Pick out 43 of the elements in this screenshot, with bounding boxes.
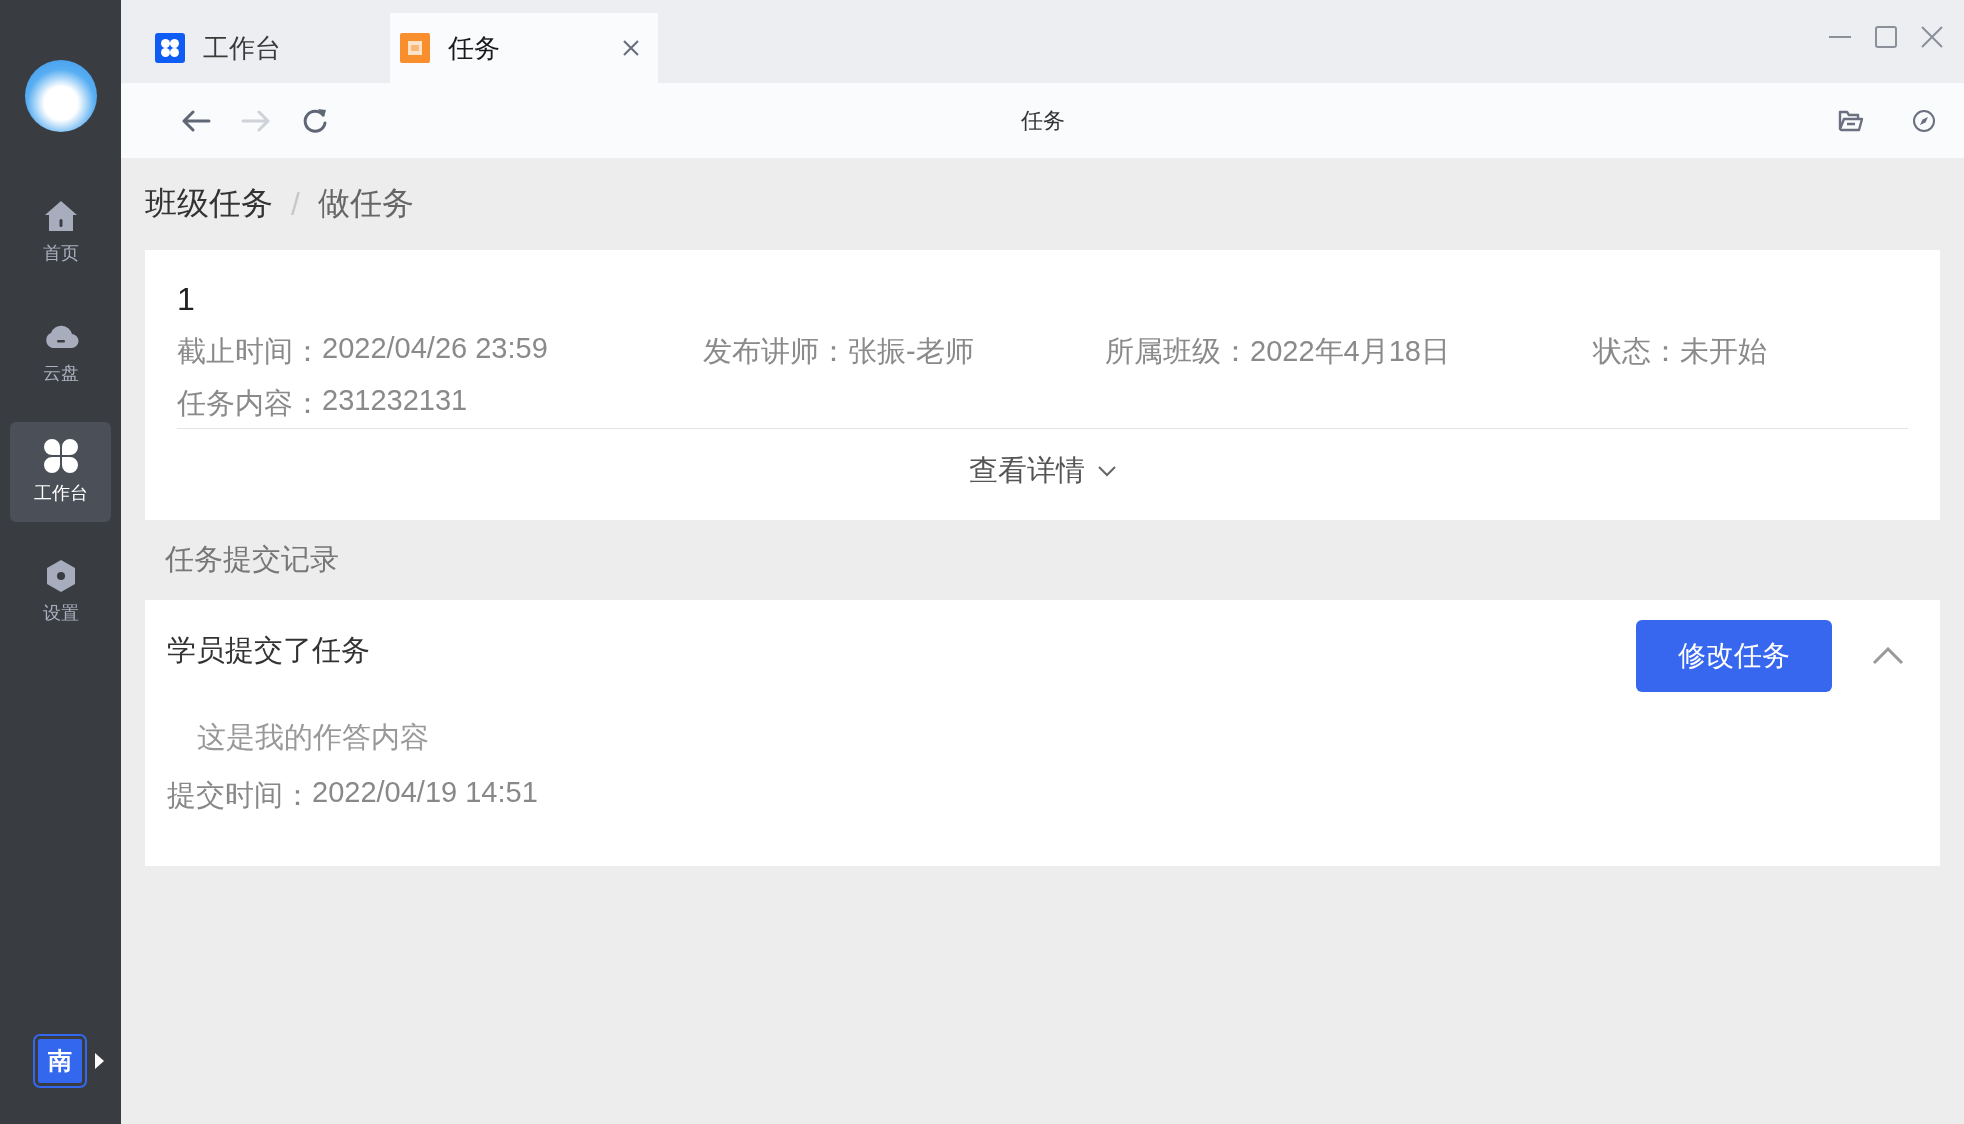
tab[interactable]: 任务 [390,13,658,83]
task-title: 1 [177,280,196,318]
breadcrumb-item[interactable]: 班级任务 [145,182,273,226]
field-value: 231232131 [322,384,468,418]
field-value: 2022年4月18日 [1250,334,1450,369]
breadcrumb-item: 做任务 [317,184,414,223]
close-icon[interactable] [1920,24,1944,49]
breadcrumb-separator: / [291,185,300,223]
grid-icon [43,439,78,473]
home-icon [43,200,78,232]
sidebar-item[interactable]: 工作台 [10,422,111,522]
chevron-icon[interactable] [1872,647,1904,665]
back-arrow-icon[interactable] [181,109,211,132]
settings-icon [44,559,77,593]
page-title: 任务 [1020,107,1065,133]
sidebar-item[interactable]: 设置 [10,542,111,642]
maximize-icon[interactable] [1874,24,1898,49]
field-label: 任务内容： [177,386,322,421]
sidebar-item[interactable]: 首页 [10,182,111,282]
reload-icon[interactable] [301,106,329,135]
field-label: 状态： [1593,334,1680,369]
field-label: 发布讲师： [703,334,848,369]
sidebar-item[interactable]: 云盘 [10,302,111,402]
expand-arrow-icon[interactable] [95,1053,104,1069]
user-badge[interactable]: 南 [35,1036,85,1086]
tab[interactable]: 工作台 [145,13,390,83]
submission-heading: 学员提交了任务 [167,633,371,668]
field-value: 未开始 [1680,334,1767,369]
field-value: 张振-老师 [848,334,974,369]
field-value: 2022/04/19 14:51 [312,776,538,810]
field-label: 所属班级： [1105,334,1250,369]
field-value: 2022/04/26 23:59 [322,332,548,366]
document-icon [400,33,430,63]
answer-text: 这是我的作答内容 [197,720,430,755]
edit-task-button[interactable]: 修改任务 [1636,620,1832,692]
section-title: 任务提交记录 [164,542,340,577]
field-label: 提交时间： [167,778,312,813]
field-label: 截止时间： [177,334,322,369]
grid-icon [155,33,185,63]
compass-icon[interactable] [1912,108,1936,133]
folder-icon[interactable] [1838,109,1864,132]
close-tab-icon[interactable] [622,39,640,57]
view-details-link[interactable]: 查看详情 [968,451,1117,491]
